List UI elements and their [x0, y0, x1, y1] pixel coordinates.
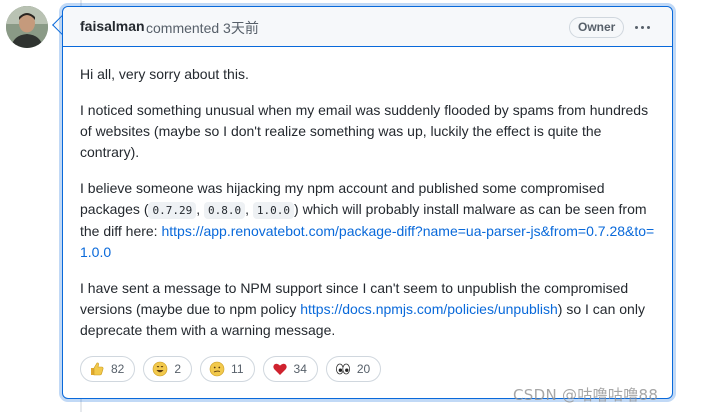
reaction-count: 2 — [174, 362, 182, 376]
npm-policy-link[interactable]: https://docs.npmjs.com/policies/unpublis… — [300, 301, 558, 317]
reaction-count: 82 — [111, 362, 125, 376]
separator: , — [196, 201, 201, 217]
eyes-icon — [335, 363, 350, 375]
reactions-bar: 82 2 11 34 20 — [80, 356, 382, 382]
reaction-count: 20 — [356, 362, 371, 376]
watermark: CSDN @咕噜咕噜88 — [513, 386, 659, 404]
comment-timestamp[interactable]: commented 3天前 — [146, 18, 259, 38]
reaction-count: 34 — [293, 362, 307, 376]
heart-icon — [272, 363, 287, 375]
paragraph-hijack: I believe someone was hijacking my npm a… — [80, 178, 660, 263]
owner-badge: Owner — [569, 17, 625, 38]
confused-icon — [209, 361, 225, 377]
author-link[interactable]: faisalman — [80, 18, 145, 34]
reaction-laugh[interactable]: 2 — [143, 356, 193, 382]
thumbs-up-icon — [91, 362, 104, 376]
comment-box: faisalman commented 3天前 Owner Hi all, ve… — [62, 6, 673, 399]
version-code: 0.7.29 — [148, 202, 197, 219]
comment-header: faisalman commented 3天前 Owner — [63, 7, 672, 47]
reaction-eyes[interactable]: 20 — [325, 356, 382, 382]
version-code: 0.8.0 — [204, 202, 246, 219]
reaction-heart[interactable]: 34 — [262, 356, 318, 382]
reaction-confused[interactable]: 11 — [200, 356, 255, 382]
paragraph-npm-support: I have sent a message to NPM support sin… — [80, 278, 660, 341]
version-code: 1.0.0 — [252, 202, 295, 219]
paragraph-notice: I noticed something unusual when my emai… — [80, 102, 649, 160]
laugh-icon — [153, 361, 168, 377]
reaction-count: 11 — [231, 362, 244, 376]
separator: , — [245, 201, 250, 217]
paragraph-greeting: Hi all, very sorry about this. — [80, 66, 249, 82]
avatar[interactable] — [6, 6, 48, 48]
comment-body: Hi all, very sorry about this. I noticed… — [80, 64, 660, 356]
reaction-thumbs-up[interactable]: 82 — [80, 356, 136, 382]
kebab-menu-icon[interactable] — [633, 19, 653, 35]
renovatebot-diff-link[interactable]: https://app.renovatebot.com/package-diff… — [80, 223, 654, 260]
